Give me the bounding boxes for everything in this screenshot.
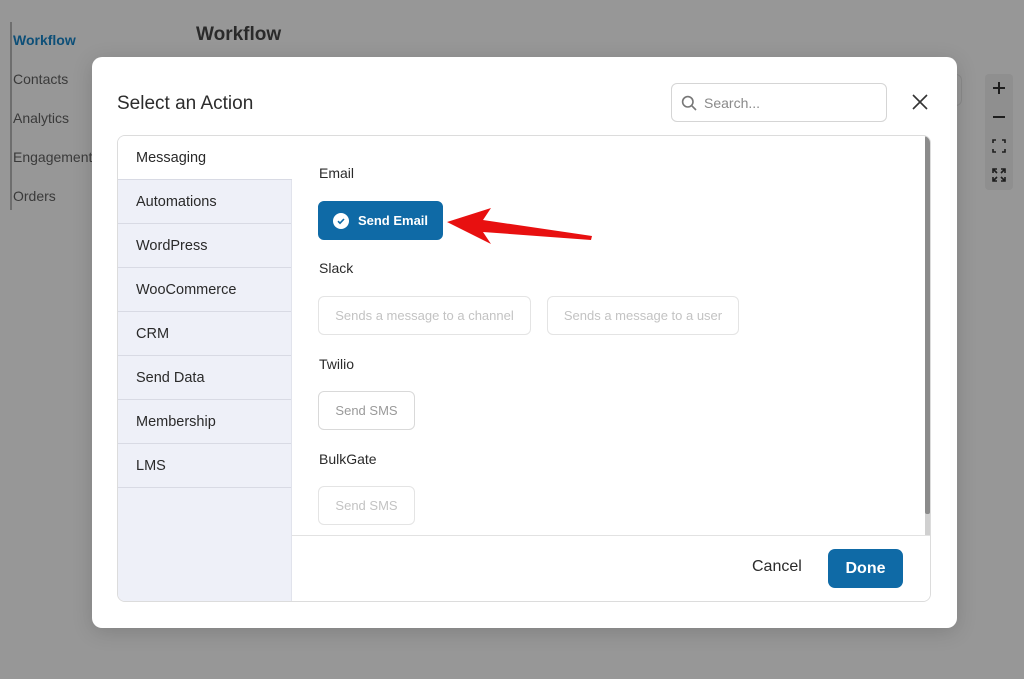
content-scrollbar[interactable] bbox=[925, 136, 930, 535]
category-membership[interactable]: Membership bbox=[118, 400, 291, 444]
category-woocommerce[interactable]: WooCommerce bbox=[118, 268, 291, 312]
nav-item-workflow[interactable]: Workflow bbox=[13, 32, 76, 48]
section-title-slack: Slack bbox=[319, 260, 354, 276]
sidebar-nav bbox=[10, 22, 12, 210]
category-messaging[interactable]: Messaging bbox=[118, 136, 292, 180]
nav-item-contacts[interactable]: Contacts bbox=[13, 71, 68, 87]
fit-view-icon bbox=[992, 139, 1006, 153]
search-icon bbox=[681, 95, 697, 111]
scrollbar-thumb[interactable] bbox=[925, 136, 930, 514]
actions-content: Email Send Email Slack Sends a message t… bbox=[292, 136, 930, 535]
category-send-data[interactable]: Send Data bbox=[118, 356, 291, 400]
select-action-modal: Select an Action Messaging Automations W… bbox=[92, 57, 957, 628]
twilio-send-sms-button[interactable]: Send SMS bbox=[318, 391, 415, 430]
category-lms[interactable]: LMS bbox=[118, 444, 291, 488]
zoom-in-button[interactable] bbox=[985, 74, 1013, 102]
category-sidebar: Messaging Automations WordPress WooComme… bbox=[118, 136, 292, 601]
check-circle-icon bbox=[332, 212, 349, 229]
cancel-button[interactable]: Cancel bbox=[752, 558, 802, 576]
canvas-zoom-controls bbox=[985, 74, 1013, 190]
search-input[interactable] bbox=[704, 94, 874, 111]
category-wordpress[interactable]: WordPress bbox=[118, 224, 291, 268]
section-title-twilio: Twilio bbox=[319, 356, 355, 372]
nav-item-engagement[interactable]: Engagement bbox=[13, 149, 92, 165]
category-crm[interactable]: CRM bbox=[118, 312, 291, 356]
plus-icon bbox=[993, 82, 1005, 94]
done-button[interactable]: Done bbox=[828, 549, 903, 588]
send-email-label: Send Email bbox=[357, 213, 429, 228]
slack-send-user-button[interactable]: Sends a message to a user bbox=[547, 296, 739, 335]
zoom-out-button[interactable] bbox=[985, 103, 1013, 131]
nav-item-analytics[interactable]: Analytics bbox=[13, 110, 69, 126]
close-button[interactable] bbox=[909, 91, 931, 113]
fit-view-button[interactable] bbox=[985, 132, 1013, 160]
category-automations[interactable]: Automations bbox=[118, 180, 291, 224]
section-title-email: Email bbox=[319, 165, 355, 181]
section-title-bulkgate: BulkGate bbox=[319, 451, 377, 467]
search-box[interactable] bbox=[671, 83, 887, 122]
slack-send-channel-button[interactable]: Sends a message to a channel bbox=[318, 296, 531, 335]
modal-footer: Cancel Done bbox=[292, 535, 930, 601]
red-arrow-annotation bbox=[447, 208, 592, 244]
modal-title: Select an Action bbox=[117, 93, 254, 114]
page-title: Workflow bbox=[196, 24, 282, 45]
expand-icon bbox=[992, 168, 1006, 182]
minus-icon bbox=[993, 116, 1005, 118]
bulkgate-send-sms-button[interactable]: Send SMS bbox=[318, 486, 415, 525]
nav-item-orders[interactable]: Orders bbox=[13, 188, 56, 204]
expand-button[interactable] bbox=[985, 161, 1013, 189]
close-icon bbox=[912, 94, 928, 110]
send-email-button[interactable]: Send Email bbox=[318, 201, 443, 240]
